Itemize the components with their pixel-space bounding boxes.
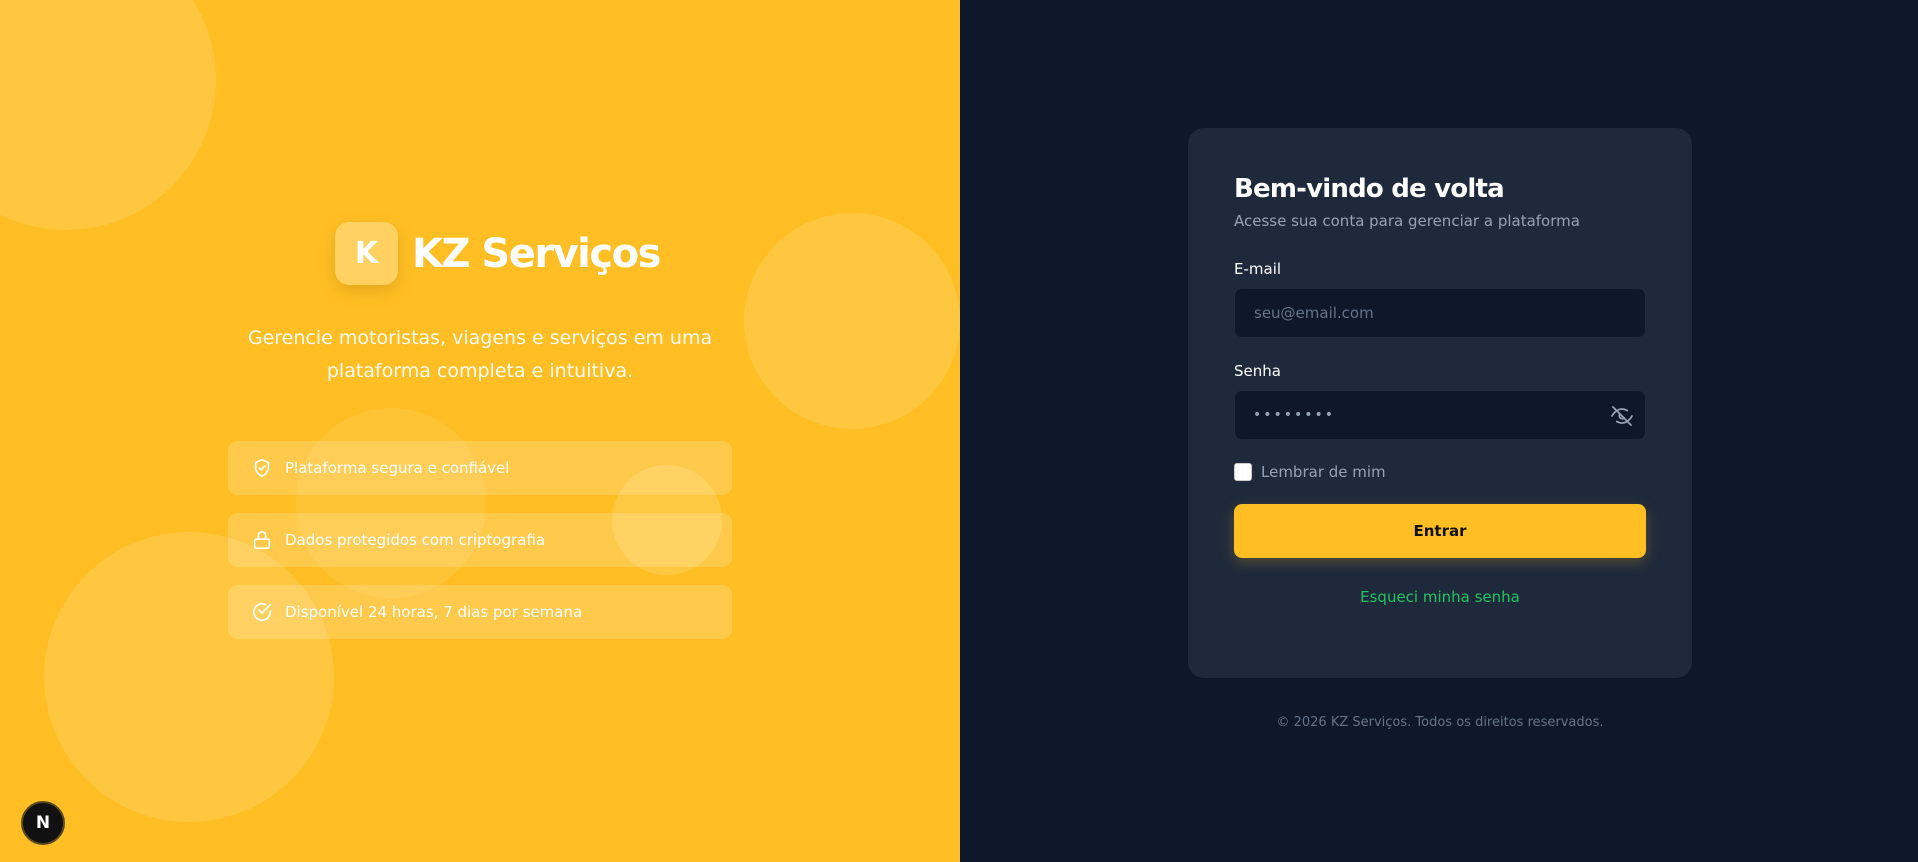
login-title: Bem-vindo de volta [1234, 174, 1505, 204]
eye-off-icon[interactable] [1610, 404, 1634, 428]
feature-item: Dados protegidos com criptografia [228, 513, 732, 567]
feature-label: Plataforma segura e confiável [285, 459, 510, 477]
password-label: Senha [1234, 362, 1281, 380]
feature-item: Disponível 24 horas, 7 dias por semana [228, 585, 732, 639]
feature-label: Disponível 24 horas, 7 dias por semana [285, 603, 583, 621]
login-subtitle: Acesse sua conta para gerenciar a plataf… [1234, 212, 1580, 230]
email-field[interactable] [1234, 288, 1646, 338]
submit-button[interactable]: Entrar [1234, 504, 1646, 558]
check-circle-icon [252, 603, 272, 621]
tagline: Gerencie motoristas, viagens e serviços … [247, 327, 713, 382]
password-mask: •••••••• [1253, 407, 1336, 423]
lock-icon [253, 530, 271, 550]
feature-item: Plataforma segura e confiável [228, 441, 732, 495]
login-panel: Bem-vindo de volta Acesse sua conta para… [960, 0, 1918, 862]
feature-list: Plataforma segura e confiável Dados prot… [228, 441, 732, 657]
shield-check-icon [254, 458, 270, 478]
remember-checkbox[interactable] [1234, 463, 1252, 481]
decorative-circle [0, 0, 216, 230]
brand-name: KZ Serviços [412, 230, 661, 277]
logo: K [335, 222, 398, 285]
forgot-password-link[interactable]: Esqueci minha senha [1234, 588, 1646, 606]
footer-copyright: © 2026 KZ Serviços. Todos os direitos re… [1276, 715, 1604, 730]
decorative-circle [744, 213, 960, 429]
brand-panel: K KZ Serviços Gerencie motoristas, viage… [0, 0, 960, 862]
feature-label: Dados protegidos com criptografia [285, 531, 546, 549]
email-label: E-mail [1234, 260, 1282, 278]
password-wrapper: •••••••• [1234, 380, 1646, 440]
remember-label[interactable]: Lembrar de mim [1261, 463, 1386, 481]
remember-row: Lembrar de mim [1234, 463, 1646, 481]
next-dev-badge[interactable]: N [21, 801, 65, 845]
login-card: Bem-vindo de volta Acesse sua conta para… [1188, 128, 1692, 678]
brand-header: K KZ Serviços [335, 222, 661, 285]
